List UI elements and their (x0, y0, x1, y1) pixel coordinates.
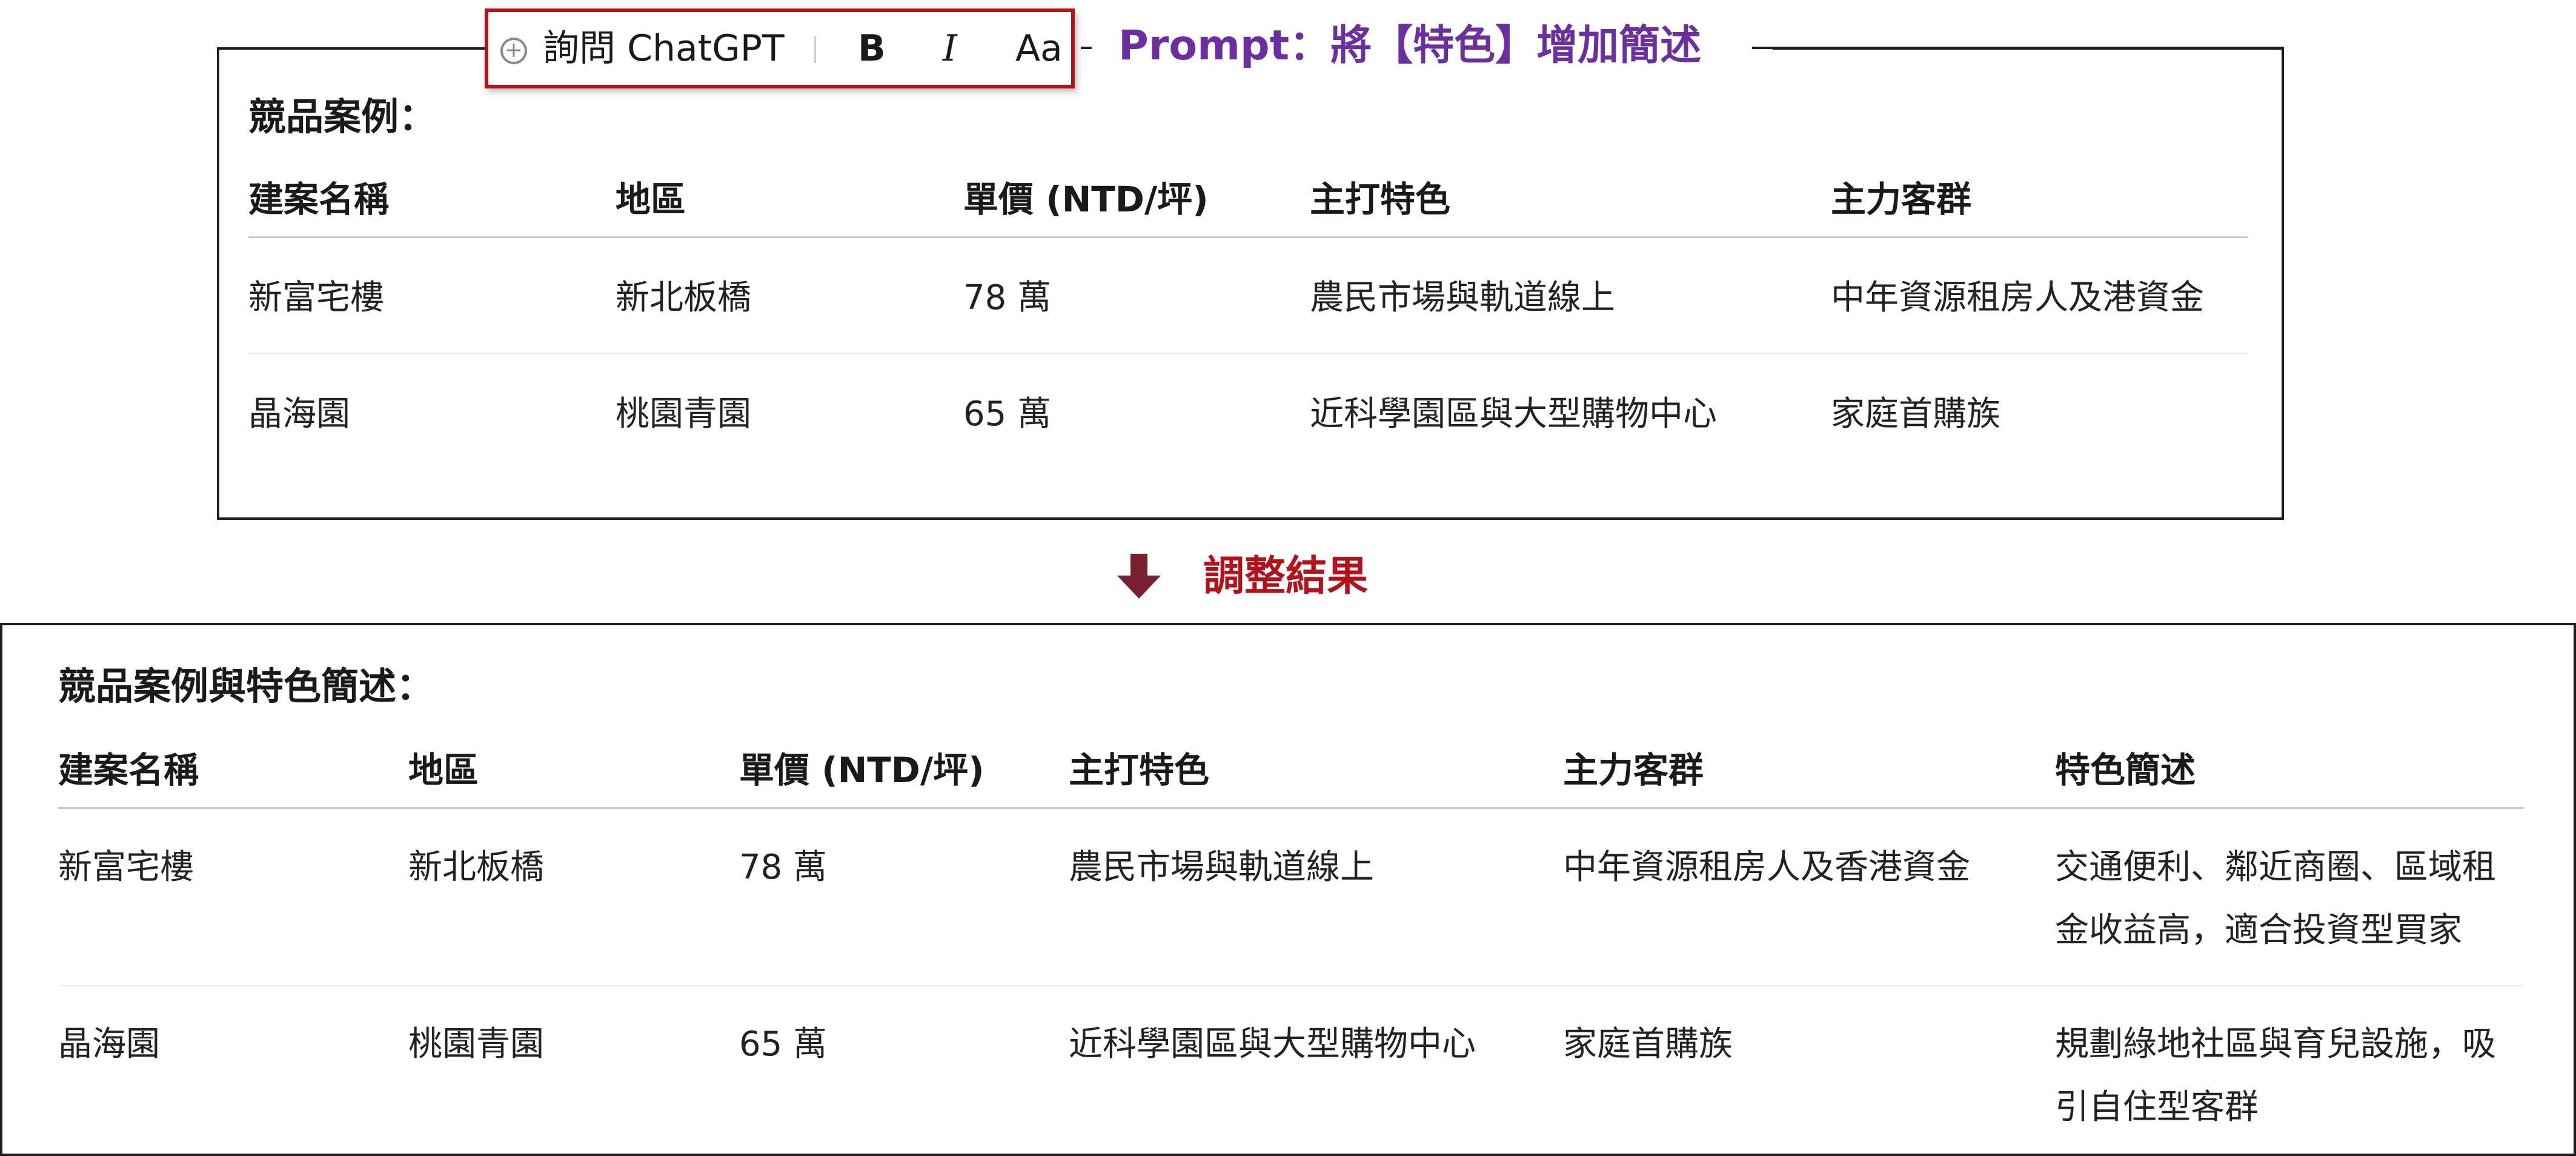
before-row2-audience: 家庭首購族 (1831, 394, 2000, 434)
before-row2-name: 晶海園 (248, 394, 350, 434)
after-col-name: 建案名稱 (58, 749, 199, 791)
before-row1-audience: 中年資源租房人及港資金 (1831, 278, 2204, 317)
result-label: 調整結果 (1203, 553, 1369, 600)
after-col-summary: 特色簡述 (2055, 749, 2196, 791)
selection-toolbar: + 詢問 ChatGPT B I Aa (485, 8, 1075, 88)
before-row2-region: 桃園青園 (616, 394, 751, 434)
after-col-audience: 主力客群 (1563, 749, 1704, 791)
after-row1-region: 新北板橋 (408, 848, 544, 887)
after-row1-name: 新富宅樓 (58, 848, 194, 887)
ask-chatgpt-button[interactable]: 詢問 ChatGPT (543, 12, 785, 85)
italic-button[interactable]: I (943, 12, 957, 85)
after-row1-audience: 中年資源租房人及香港資金 (1563, 848, 1970, 887)
after-col-price: 單價 (NTD/坪) (739, 749, 984, 791)
after-row2-name: 晶海園 (58, 1025, 160, 1064)
toolbar-divider (814, 36, 816, 63)
after-row2-audience: 家庭首購族 (1563, 1025, 1733, 1064)
before-heading: 競品案例： (248, 95, 437, 139)
panel-border-segment (1081, 47, 1092, 49)
before-col-price: 單價 (NTD/坪) (963, 179, 1209, 220)
after-row2-region: 桃園青園 (408, 1025, 544, 1064)
before-row1-region: 新北板橋 (616, 278, 751, 317)
after-row2-feature: 近科學園區與大型購物中心 (1069, 1025, 1476, 1064)
after-header-rule (58, 807, 2524, 809)
after-row-divider (58, 985, 2524, 986)
before-col-feature: 主打特色 (1310, 179, 1451, 220)
after-col-feature: 主打特色 (1069, 749, 1210, 791)
before-row1-price: 78 萬 (963, 278, 1052, 317)
after-row1-summary: 交通便利、鄰近商圈、區域租金收益高，適合投資型買家 (2055, 848, 2496, 950)
before-header-rule (248, 236, 2248, 238)
after-heading: 競品案例與特色簡述： (58, 664, 434, 708)
before-row-divider (248, 353, 2248, 354)
panel-border-segment (1752, 47, 2284, 49)
after-row1-feature: 農民市場與軌道線上 (1069, 848, 1374, 887)
before-row1-feature: 農民市場與軌道線上 (1310, 278, 1615, 317)
bold-button[interactable]: B (858, 12, 886, 85)
after-row2-price: 65 萬 (739, 1025, 828, 1064)
before-row1-name: 新富宅樓 (248, 278, 384, 317)
plus-circle-icon[interactable]: + (500, 38, 527, 64)
text-case-button[interactable]: Aa (1015, 12, 1063, 85)
before-row2-price: 65 萬 (963, 394, 1052, 434)
before-col-name: 建案名稱 (248, 179, 390, 220)
after-row2-summary: 規劃綠地社區與育兒設施，吸引自住型客群 (2055, 1025, 2496, 1127)
after-col-region: 地區 (408, 749, 479, 791)
prompt-annotation: Prompt：將【特色】增加簡述 (1118, 22, 1702, 70)
before-col-region: 地區 (616, 179, 686, 220)
before-col-audience: 主力客群 (1831, 179, 1972, 220)
after-row1-price: 78 萬 (739, 848, 828, 887)
down-arrow-icon (1117, 554, 1161, 599)
before-row2-feature: 近科學園區與大型購物中心 (1310, 394, 1717, 434)
